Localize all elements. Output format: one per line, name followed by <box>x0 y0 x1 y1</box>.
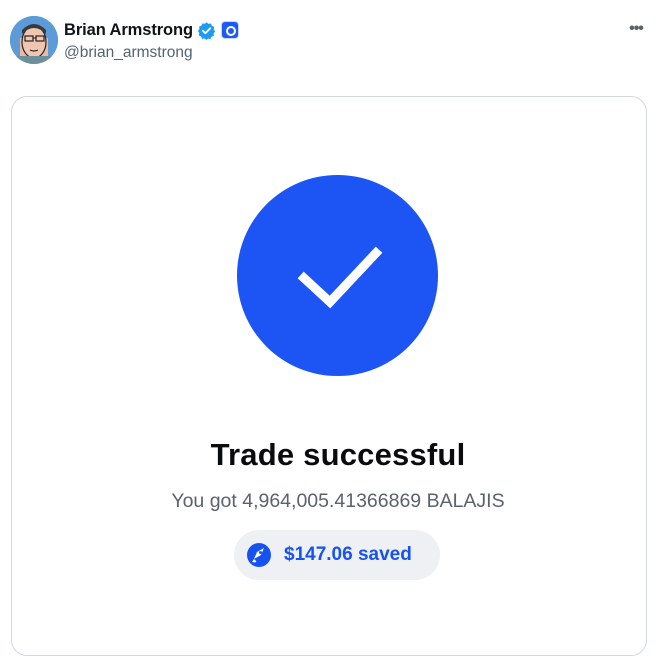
rocket-icon <box>247 543 271 567</box>
success-circle <box>237 175 438 376</box>
tweet-media-card[interactable]: Trade successful You got 4,964,005.41366… <box>11 96 647 656</box>
avatar-illustration <box>10 16 58 64</box>
savings-badge: $147.06 saved <box>234 530 440 580</box>
trade-subtitle: You got 4,964,005.41366869 BALAJIS <box>171 490 505 512</box>
author-name-row: Brian Armstrong <box>64 19 239 41</box>
verified-badge-icon[interactable] <box>197 21 216 40</box>
more-options-icon[interactable]: ••• <box>622 20 650 40</box>
post-header: Brian Armstrong @brian_armstrong ••• <box>0 0 668 80</box>
savings-amount: $147.06 saved <box>284 544 412 565</box>
trade-title: Trade successful <box>210 437 466 472</box>
author-handle[interactable]: @brian_armstrong <box>64 44 193 62</box>
checkmark-icon <box>297 246 383 309</box>
author-name[interactable]: Brian Armstrong <box>64 21 193 40</box>
coinbase-affiliate-icon[interactable] <box>221 21 239 39</box>
avatar[interactable] <box>10 16 58 64</box>
